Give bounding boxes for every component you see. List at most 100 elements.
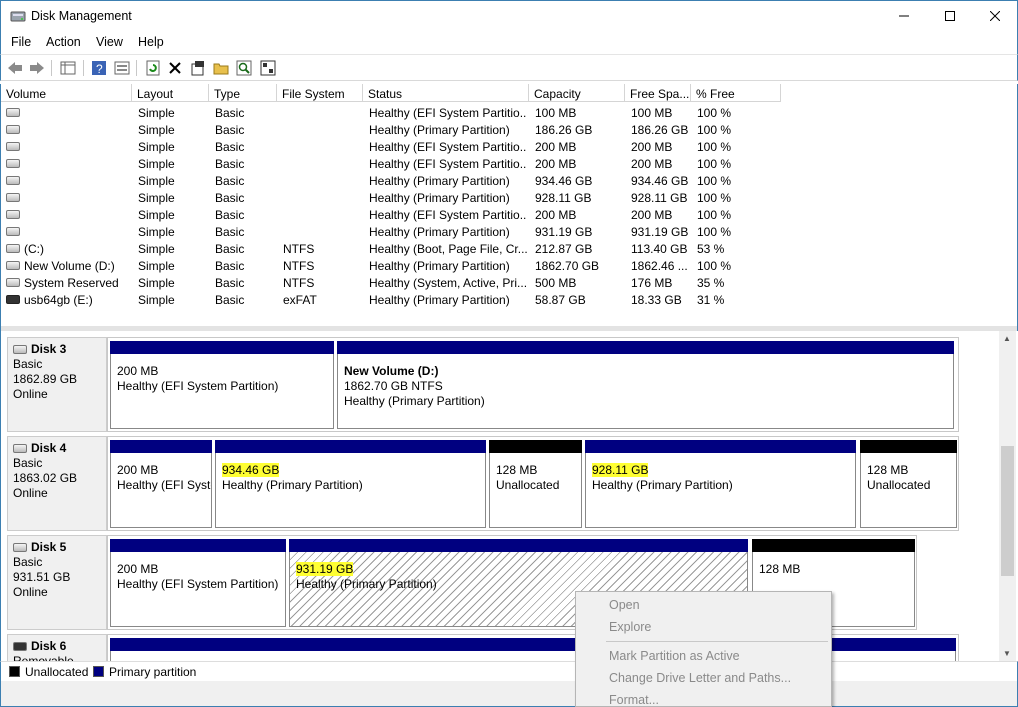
table-cell-capacity: 200 MB — [535, 157, 577, 171]
disk-properties-icon[interactable] — [259, 59, 277, 77]
console-tree-icon[interactable] — [59, 59, 77, 77]
forward-arrow-icon[interactable] — [28, 59, 46, 77]
menu-item-explore[interactable]: Explore — [609, 620, 651, 634]
table-cell-free: 934.46 GB — [631, 174, 689, 188]
table-row[interactable]: System Reserved Simple Basic NTFS Healthy (S… — [1, 274, 1017, 291]
context-menu: Open Explore Mark Partition as Active Ch… — [575, 591, 832, 707]
table-row[interactable]: Simple Basic Healthy (EFI System Partitio.… — [1, 138, 1017, 155]
partition-status: Healthy (Primary Partition) — [222, 478, 363, 492]
menu-help[interactable]: Help — [138, 35, 164, 49]
disk-label[interactable]: Disk 3 Basic 1862.89 GB Online — [7, 337, 107, 432]
search-icon[interactable] — [235, 59, 253, 77]
table-cell-type: Basic — [215, 106, 245, 120]
table-cell-layout: Simple — [138, 191, 175, 205]
menu-view[interactable]: View — [96, 35, 123, 49]
column-header[interactable]: Type — [209, 84, 277, 102]
partition[interactable]: New Volume (D:) 1862.70 GB NTFS Healthy (P… — [337, 341, 954, 429]
partition-status: Healthy (Primary Partition) — [344, 394, 485, 408]
disk-drive-icon — [13, 345, 27, 354]
table-row[interactable]: (C:) Simple Basic NTFS Healthy (Boot, Page F… — [1, 240, 1017, 257]
volume-list: Volume Layout Type File System Status Capacit… — [0, 84, 1018, 326]
table-row[interactable]: Simple Basic Healthy (EFI System Partitio.… — [1, 206, 1017, 223]
partition[interactable]: 200 MB Healthy (EFI System Partition) — [110, 539, 286, 627]
scroll-up-icon[interactable]: ▲ — [1003, 334, 1011, 343]
table-cell-capacity: 200 MB — [535, 140, 577, 154]
table-row[interactable]: Simple Basic Healthy (Primary Partition) 93… — [1, 223, 1017, 240]
scrollbar-thumb[interactable] — [1001, 446, 1014, 576]
column-header[interactable]: Volume — [1, 84, 132, 102]
properties-icon[interactable] — [113, 59, 131, 77]
partition[interactable]: 928.11 GB Healthy (Primary Partition) — [585, 440, 856, 528]
back-arrow-icon[interactable] — [6, 59, 24, 77]
table-cell-free: 931.19 GB — [631, 225, 689, 239]
partition-color-bar — [110, 440, 212, 453]
disk-name: Disk 4 — [31, 441, 67, 455]
scroll-down-icon[interactable]: ▼ — [1003, 649, 1011, 658]
table-row[interactable]: Simple Basic Healthy (Primary Partition) 18… — [1, 121, 1017, 138]
column-header[interactable]: Free Spa... — [625, 84, 691, 102]
partition-size: 128 MB — [867, 463, 956, 478]
table-cell-type: Basic — [215, 123, 245, 137]
minimize-icon — [899, 15, 909, 17]
settings-icon[interactable] — [189, 59, 207, 77]
table-cell-status: Healthy (Primary Partition) — [369, 174, 510, 188]
menu-item-change-drive-letter[interactable]: Change Drive Letter and Paths... — [609, 671, 791, 685]
table-cell-capacity: 931.19 GB — [535, 225, 593, 239]
minimize-button[interactable] — [881, 1, 927, 31]
table-cell-capacity: 100 MB — [535, 106, 577, 120]
partition-status: Healthy (Primary Partition) — [592, 478, 733, 492]
help-icon[interactable]: ? — [90, 59, 108, 77]
partition[interactable]: 934.46 GB Healthy (Primary Partition) — [215, 440, 486, 528]
disk-label[interactable]: Disk 6 Removable — [7, 634, 107, 661]
disk-label[interactable]: Disk 4 Basic 1863.02 GB Online — [7, 436, 107, 531]
disk-type: Basic — [13, 357, 43, 371]
partition-size-text: 128 MB — [759, 562, 801, 576]
unallocated-space[interactable]: 128 MB Unallocated — [489, 440, 582, 528]
table-row[interactable]: Simple Basic Healthy (EFI System Partitio.… — [1, 155, 1017, 172]
table-cell-layout: Simple — [138, 208, 175, 222]
menu-item-format[interactable]: Format... — [609, 693, 659, 707]
table-cell-layout: Simple — [138, 106, 175, 120]
column-header[interactable]: Layout — [132, 84, 209, 102]
menu-item-mark-active[interactable]: Mark Partition as Active — [609, 649, 740, 663]
disk-type: Basic — [13, 555, 43, 569]
disk-drive-icon — [13, 444, 27, 453]
column-header[interactable]: Capacity — [529, 84, 625, 102]
table-cell-status: Healthy (Boot, Page File, Cr... — [369, 242, 527, 256]
table-cell-pct: 100 % — [697, 208, 732, 222]
table-row[interactable]: Simple Basic Healthy (Primary Partition) 93… — [1, 172, 1017, 189]
legend: Unallocated Primary partition — [0, 661, 1018, 681]
table-cell-layout: Simple — [138, 242, 175, 256]
menu-file[interactable]: File — [11, 35, 31, 49]
disk-label[interactable]: Disk 5 Basic 931.51 GB Online — [7, 535, 107, 630]
table-cell-capacity: 212.87 GB — [535, 242, 593, 256]
menu-action[interactable]: Action — [46, 35, 81, 49]
open-folder-icon[interactable] — [212, 59, 230, 77]
partition-body: 934.46 GB Healthy (Primary Partition) — [215, 453, 486, 528]
table-row[interactable]: usb64gb (E:) Simple Basic exFAT Healthy (Pri… — [1, 291, 1017, 308]
menu-bar: File Action View Help — [0, 32, 1018, 54]
partition-size-text: 200 MB — [117, 463, 159, 477]
refresh-icon[interactable] — [144, 59, 162, 77]
table-cell-status: Healthy (EFI System Partitio... — [369, 157, 527, 171]
column-header[interactable]: Status — [363, 84, 529, 102]
menu-item-open[interactable]: Open — [609, 598, 640, 612]
partition[interactable]: 200 MB Healthy (EFI Syste — [110, 440, 212, 528]
table-row[interactable]: New Volume (D:) Simple Basic NTFS Healthy (P… — [1, 257, 1017, 274]
maximize-button[interactable] — [927, 1, 973, 31]
close-button[interactable] — [972, 1, 1018, 31]
partition-size-text: 931.19 GB — [296, 562, 354, 576]
column-header[interactable]: File System — [277, 84, 363, 102]
disk-map-scrollbar[interactable]: ▲ ▼ — [999, 331, 1016, 661]
table-row[interactable]: Simple Basic Healthy (Primary Partition) 92… — [1, 189, 1017, 206]
disk-name: Disk 5 — [31, 540, 67, 554]
delete-icon[interactable] — [166, 59, 184, 77]
column-header[interactable]: % Free — [691, 84, 781, 102]
table-cell-layout: Simple — [138, 140, 175, 154]
table-cell-layout: Simple — [138, 157, 175, 171]
partition-size: 200 MB — [117, 364, 333, 379]
table-cell-capacity: 58.87 GB — [535, 293, 586, 307]
table-row[interactable]: Simple Basic Healthy (EFI System Partitio.… — [1, 104, 1017, 121]
unallocated-space[interactable]: 128 MB Unallocated — [860, 440, 957, 528]
partition[interactable]: 200 MB Healthy (EFI System Partition) — [110, 341, 334, 429]
